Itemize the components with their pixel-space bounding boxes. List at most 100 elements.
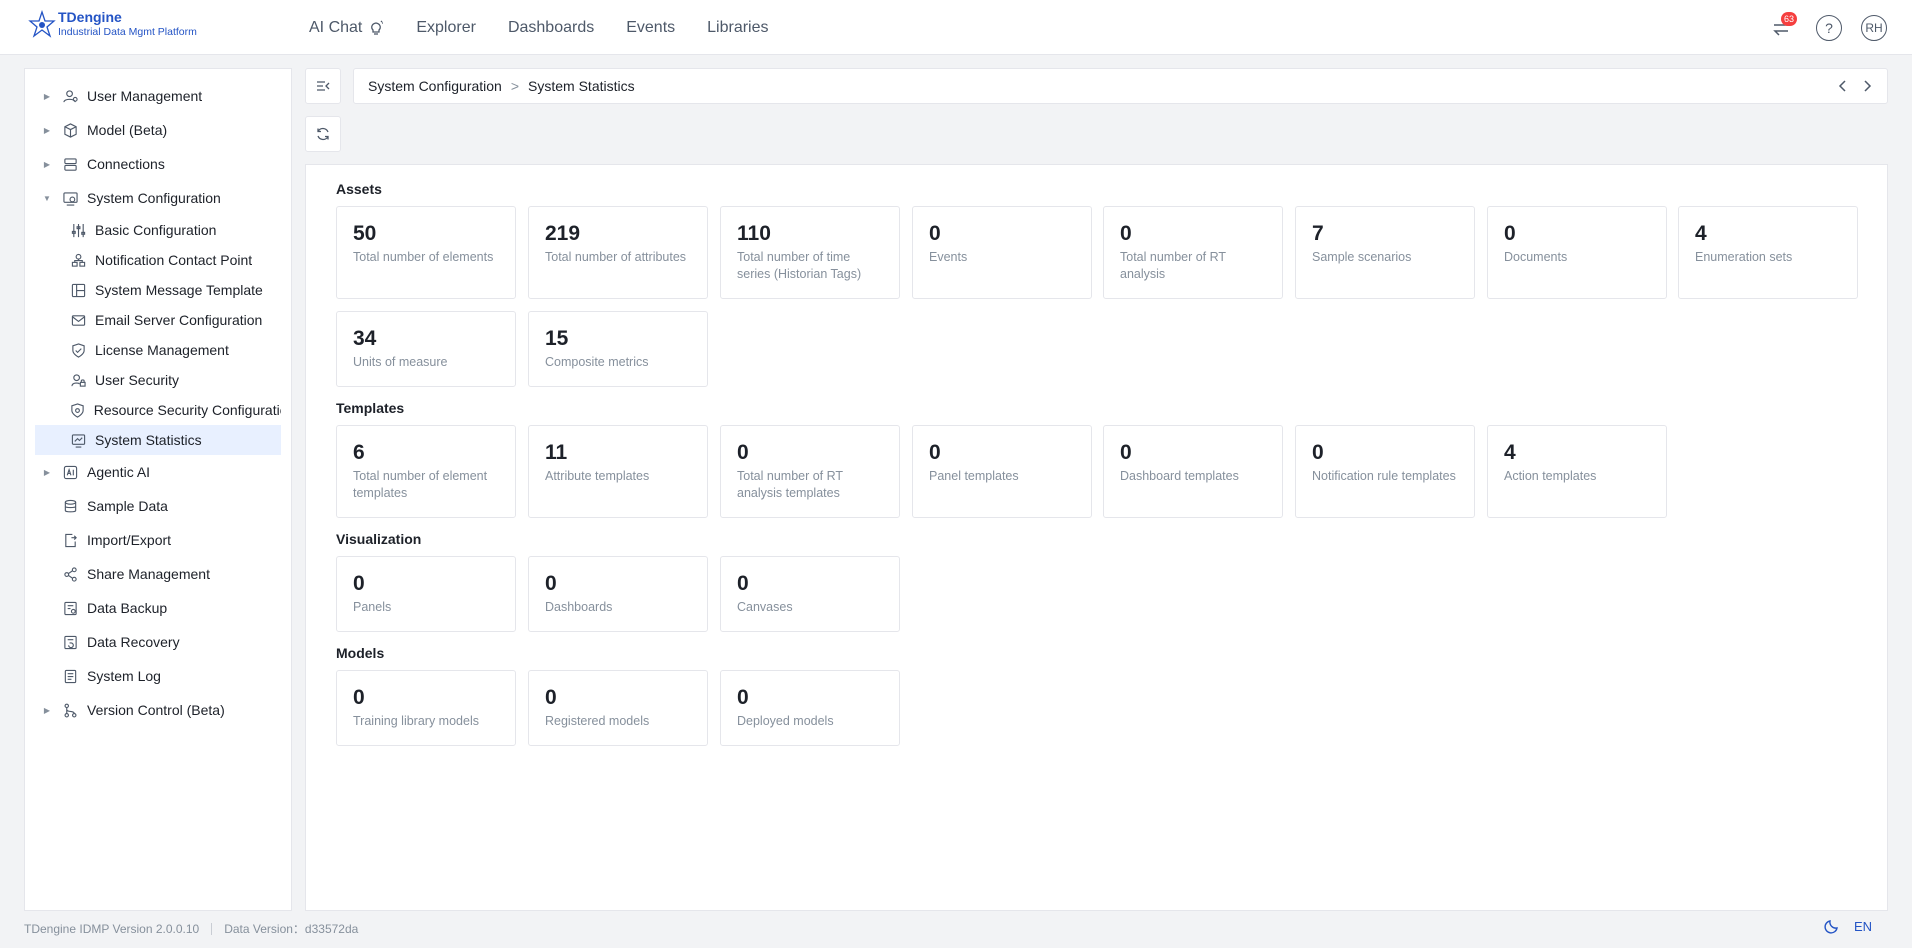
caret-right-icon[interactable]: ▶: [41, 468, 53, 477]
nav-events-label: Events: [626, 18, 676, 36]
sidebar-item-label: System Message Template: [95, 282, 263, 298]
stat-label: Panels: [353, 600, 392, 614]
stat-value: 0: [929, 441, 941, 464]
nav-explorer[interactable]: Explorer: [416, 19, 476, 37]
sidebar-item-notification-contact-point[interactable]: Notification Contact Point: [35, 245, 281, 275]
sidebar-item-system-statistics[interactable]: System Statistics: [35, 425, 281, 455]
sidebar-item-label: Data Recovery: [87, 634, 180, 650]
app-subtitle: Industrial Data Mgmt Platform: [58, 26, 197, 38]
sliders-icon: [69, 221, 87, 239]
sidebar-item-basic-configuration[interactable]: Basic Configuration: [35, 215, 281, 245]
stat-value: 0: [545, 686, 557, 709]
stat-card: 0 Panels: [336, 556, 516, 632]
chevron-right-icon[interactable]: [1859, 77, 1875, 95]
sidebar-item-version-control[interactable]: ▶ Version Control (Beta): [35, 695, 281, 725]
stat-label: Total number of element templates: [353, 469, 488, 500]
statistics-icon: [69, 431, 87, 449]
stat-value: 0: [353, 686, 365, 709]
stat-card: 11 Attribute templates: [528, 425, 708, 518]
stat-card: 0 Events: [912, 206, 1092, 299]
connections-icon: [61, 155, 79, 173]
help-button[interactable]: ?: [1816, 15, 1842, 41]
sidebar-item-label: License Management: [95, 342, 229, 358]
nav-dashboards[interactable]: Dashboards: [508, 19, 594, 37]
sidebar-item-share-management[interactable]: Share Management: [35, 559, 281, 589]
sidebar-item-data-backup[interactable]: Data Backup: [35, 593, 281, 623]
stat-label: Documents: [1504, 250, 1568, 264]
nav-libraries-label: Libraries: [707, 18, 769, 36]
stat-label: Total number of elements: [353, 250, 494, 264]
stat-card: 0 Panel templates: [912, 425, 1092, 518]
sidebar-item-license-management[interactable]: License Management: [35, 335, 281, 365]
refresh-button[interactable]: [305, 116, 341, 152]
user-avatar[interactable]: RH: [1861, 15, 1887, 41]
import-export-icon: [61, 531, 79, 549]
stat-value: 4: [1695, 222, 1707, 245]
stat-value: 0: [1312, 441, 1324, 464]
stat-value: 0: [1120, 222, 1132, 245]
stat-card: 34 Units of measure: [336, 311, 516, 387]
caret-right-icon[interactable]: ▶: [41, 706, 53, 715]
nav-libraries[interactable]: Libraries: [707, 19, 768, 37]
nav-ai-chat[interactable]: AI Chat: [309, 19, 384, 37]
sidebar-item-resource-security-configuration[interactable]: Resource Security Configuration: [35, 395, 281, 425]
sidebar-item-label: Sample Data: [87, 498, 168, 514]
mail-icon: [69, 311, 87, 329]
sidebar-item-system-message-template[interactable]: System Message Template: [35, 275, 281, 305]
data-version: Data Version：d33572da: [224, 922, 359, 936]
database-icon: [61, 497, 79, 515]
sidebar-item-system-configuration[interactable]: ▼ System Configuration: [35, 183, 281, 213]
stat-label: Deployed models: [737, 714, 834, 728]
stat-label: Dashboard templates: [1120, 469, 1239, 483]
template-icon: [69, 281, 87, 299]
stat-label: Composite metrics: [545, 355, 649, 369]
stat-card: 0 Total number of RT analysis templates: [720, 425, 900, 518]
dark-mode-moon-icon[interactable]: [1824, 918, 1840, 934]
collapse-sidebar-button[interactable]: [305, 68, 341, 104]
sidebar-item-agentic-ai[interactable]: ▶ Agentic AI: [35, 457, 281, 487]
stat-value: 50: [353, 222, 377, 245]
caret-right-icon[interactable]: ▶: [41, 92, 53, 101]
chevron-left-icon[interactable]: [1835, 77, 1851, 95]
stat-card: 0 Dashboard templates: [1103, 425, 1283, 518]
sidebar-item-sample-data[interactable]: Sample Data: [35, 491, 281, 521]
sidebar-item-system-log[interactable]: System Log: [35, 661, 281, 691]
stat-card: 0 Canvases: [720, 556, 900, 632]
stat-label: Panel templates: [929, 469, 1019, 483]
stat-card: 6 Total number of element templates: [336, 425, 516, 518]
stat-value: 0: [545, 572, 557, 595]
caret-down-icon[interactable]: ▼: [41, 194, 53, 203]
sidebar-item-import-export[interactable]: Import/Export: [35, 525, 281, 555]
sidebar-item-email-server-configuration[interactable]: Email Server Configuration: [35, 305, 281, 335]
stat-label: Total number of attributes: [545, 250, 687, 264]
stat-value: 0: [737, 572, 749, 595]
sidebar-item-data-recovery[interactable]: Data Recovery: [35, 627, 281, 657]
language-switch[interactable]: EN: [1854, 919, 1872, 934]
app-name: TDengine: [58, 9, 122, 25]
stat-value: 0: [1504, 222, 1516, 245]
section-title-assets: Assets: [336, 181, 382, 197]
stat-label: Units of measure: [353, 355, 448, 369]
breadcrumb: System Configuration > System Statistics: [353, 68, 1888, 104]
sidebar-item-connections[interactable]: ▶ Connections: [35, 149, 281, 179]
caret-right-icon[interactable]: ▶: [41, 160, 53, 169]
caret-right-icon[interactable]: ▶: [41, 126, 53, 135]
contact-point-icon: [69, 251, 87, 269]
notifications-button[interactable]: 63: [1768, 12, 1797, 41]
stat-value: 15: [545, 327, 569, 350]
breadcrumb-parent[interactable]: System Configuration: [368, 78, 502, 94]
footer: TDengine IDMP Version 2.0.0.10 Data Vers…: [24, 920, 358, 937]
section-title-models: Models: [336, 645, 385, 661]
nav-events[interactable]: Events: [626, 19, 675, 37]
stat-card: 0 Dashboards: [528, 556, 708, 632]
stat-value: 4: [1504, 441, 1516, 464]
refresh-icon: [317, 127, 329, 141]
sidebar-item-model[interactable]: ▶ Model (Beta): [35, 115, 281, 145]
section-title-visualization: Visualization: [336, 531, 422, 547]
sidebar-item-user-security[interactable]: User Security: [35, 365, 281, 395]
app-logo[interactable]: TDengine Industrial Data Mgmt Platform: [28, 10, 197, 40]
sidebar-item-label: Connections: [87, 156, 165, 172]
sidebar-item-user-management[interactable]: ▶ User Management: [35, 81, 281, 111]
sidebar: ▶ User Management ▶ Model (Beta) ▶ Conne…: [24, 68, 292, 911]
menu-collapse-icon: [317, 81, 330, 91]
